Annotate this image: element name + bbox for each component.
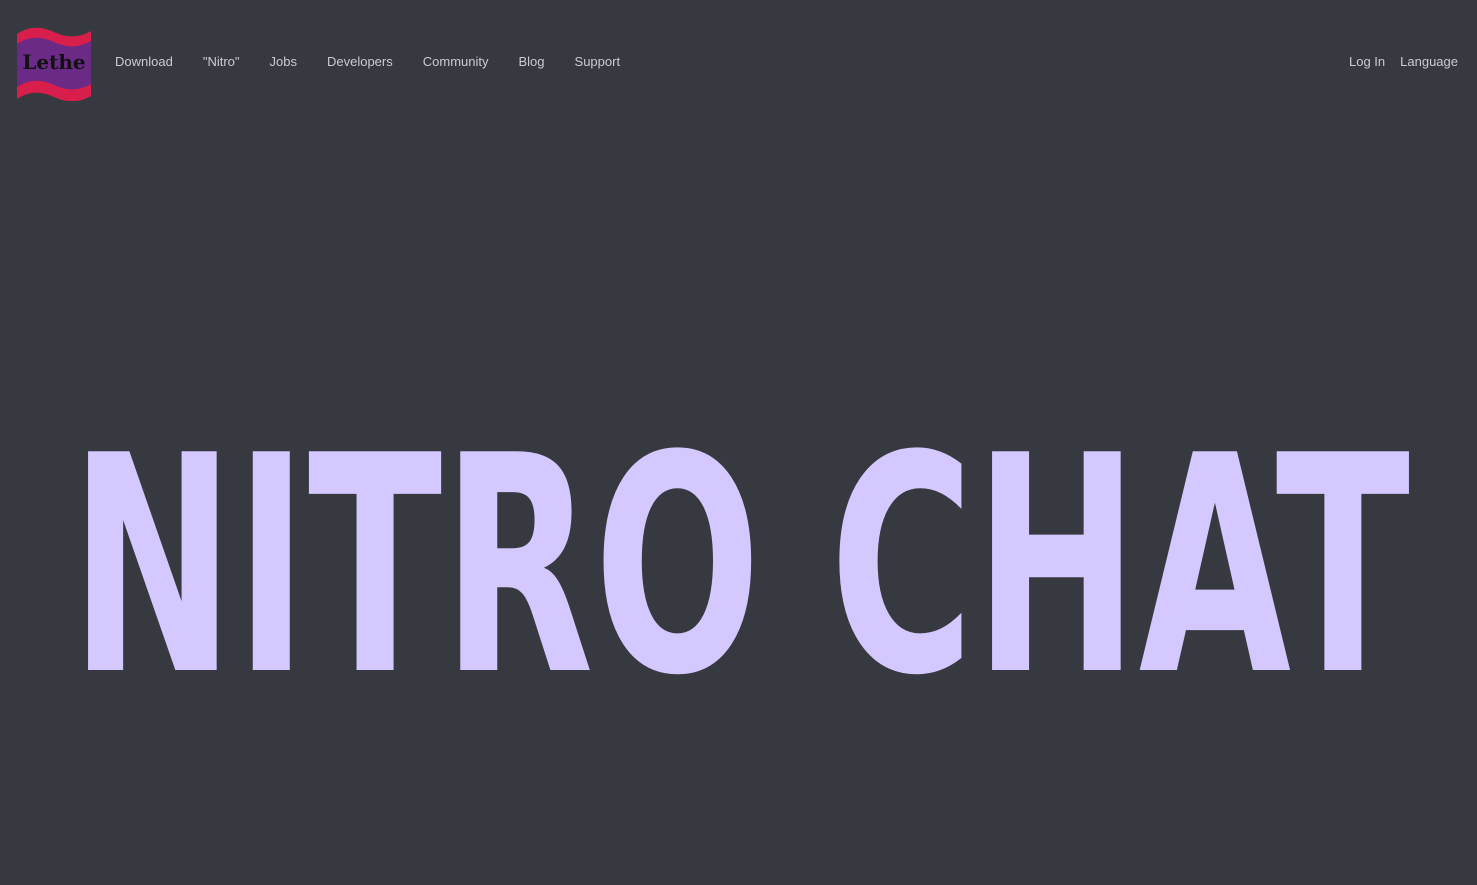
hero-title: NITRO CHAT xyxy=(70,420,1411,700)
hero-section: NITRO CHAT xyxy=(0,420,1477,700)
nav-download-link[interactable]: Download xyxy=(115,53,173,71)
nav-blog-link[interactable]: Blog xyxy=(519,53,545,71)
lethe-logo[interactable]: Lethe xyxy=(16,24,92,101)
primary-nav: Download "Nitro" Jobs Developers Communi… xyxy=(115,53,650,71)
language-selector[interactable]: Language xyxy=(1400,53,1458,71)
account-nav: Log In Language xyxy=(1334,53,1458,71)
nav-jobs-link[interactable]: Jobs xyxy=(270,53,297,71)
nav-community-link[interactable]: Community xyxy=(423,53,489,71)
top-navigation: Lethe Download "Nitro" Jobs Developers C… xyxy=(0,0,1477,124)
nav-developers-link[interactable]: Developers xyxy=(327,53,393,71)
logo-text: Lethe xyxy=(22,50,85,74)
nav-support-link[interactable]: Support xyxy=(575,53,621,71)
hero-title-graphic: NITRO CHAT xyxy=(70,420,1411,700)
login-link[interactable]: Log In xyxy=(1349,53,1385,71)
nav-nitro-link[interactable]: "Nitro" xyxy=(203,53,240,71)
